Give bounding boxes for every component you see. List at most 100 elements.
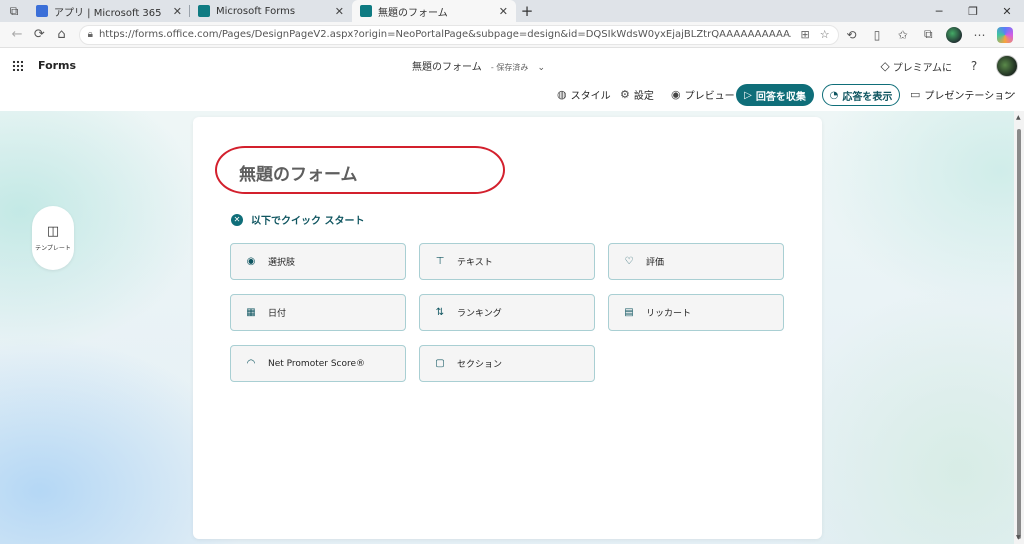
tab-title: Microsoft Forms	[216, 5, 296, 17]
gear-icon: ⚙	[620, 88, 630, 101]
monitor-icon: ▭	[910, 88, 921, 101]
favorites-icon[interactable]: ✩	[890, 28, 916, 42]
lock-icon: 🔒︎	[87, 29, 93, 40]
copilot-icon[interactable]	[992, 26, 1018, 43]
text-icon: ⊤	[435, 256, 445, 267]
app-launcher-icon[interactable]	[2, 59, 32, 71]
address-bar-row: ← ⟳ ⌂ 🔒︎ https://forms.office.com/Pages/…	[0, 22, 1024, 48]
new-tab-button[interactable]: +	[516, 0, 538, 22]
chevron-down-icon[interactable]: ⌄	[538, 63, 546, 73]
m365-favicon-icon	[36, 5, 48, 17]
close-circle-icon[interactable]: ✕	[231, 213, 243, 226]
url-bar[interactable]: 🔒︎ https://forms.office.com/Pages/Design…	[78, 24, 839, 45]
radio-icon: ◉	[246, 256, 256, 267]
question-type-text[interactable]: ⊤ テキスト	[419, 243, 595, 280]
question-type-section[interactable]: ▢ セクション	[419, 345, 595, 382]
thumb-icon: ♡	[624, 256, 634, 267]
tab-title: アプリ | Microsoft 365	[54, 7, 162, 19]
close-tab-icon[interactable]: ✕	[173, 5, 182, 18]
preview-label: プレビュー	[684, 91, 735, 102]
style-button[interactable]: ◍ スタイル	[557, 87, 611, 102]
scroll-down-icon[interactable]: ▼	[1016, 535, 1022, 541]
send-icon: ▷	[744, 89, 752, 101]
app-available-icon[interactable]: ⊞	[801, 28, 810, 41]
split-screen-icon[interactable]: ▯	[864, 28, 890, 42]
present-button[interactable]: ▭ プレゼンテーション	[910, 87, 1014, 102]
settings-label: 設定	[633, 91, 654, 102]
profile-avatar[interactable]	[941, 26, 967, 43]
more-options-icon[interactable]: ⋯	[1004, 86, 1016, 100]
question-type-label: テキスト	[457, 258, 493, 268]
back-button[interactable]: ←	[6, 24, 28, 46]
question-type-label: 評価	[646, 258, 665, 268]
premium-button[interactable]: ◇ プレミアムに	[880, 59, 952, 74]
favorite-star-icon[interactable]: ☆	[820, 28, 830, 41]
question-type-date[interactable]: ▦ 日付	[230, 294, 406, 331]
window-controls: ─ ❐ ✕	[922, 0, 1024, 22]
refresh-button[interactable]: ⟳	[28, 24, 50, 46]
question-type-label: セクション	[457, 360, 503, 370]
preview-button[interactable]: ◉ プレビュー	[671, 87, 735, 102]
form-title[interactable]: 無題のフォーム	[239, 160, 358, 185]
question-type-label: 選択肢	[268, 258, 296, 268]
question-type-label: リッカート	[646, 309, 692, 319]
collect-responses-button[interactable]: ▷ 回答を収集	[736, 84, 814, 106]
question-type-rating[interactable]: ♡ 評価	[608, 243, 784, 280]
close-tab-icon[interactable]: ✕	[335, 5, 344, 18]
question-type-nps[interactable]: ◠ Net Promoter Score®	[230, 345, 406, 382]
page-scrollbar[interactable]: ▲ ▼	[1014, 111, 1024, 544]
save-status: - 保存済み	[490, 63, 529, 72]
view-responses-button[interactable]: ◔ 応答を表示	[822, 84, 900, 106]
close-tab-icon[interactable]: ✕	[499, 5, 508, 18]
likert-icon: ▤	[624, 307, 634, 318]
collections-icon[interactable]: ⧉	[915, 27, 941, 42]
app-name[interactable]: Forms	[38, 59, 76, 72]
question-type-label: ランキング	[457, 309, 502, 319]
browser-tab-forms[interactable]: Microsoft Forms ✕	[190, 0, 352, 22]
scrollbar-thumb[interactable]	[1017, 129, 1021, 539]
forms-favicon-icon	[198, 5, 210, 17]
header-title-text: 無題のフォーム	[412, 62, 482, 73]
calendar-icon: ▦	[246, 307, 256, 318]
browser-tab-m365[interactable]: アプリ | Microsoft 365 ✕	[28, 0, 190, 22]
extensions-icon[interactable]: ⟲	[839, 28, 865, 42]
home-button[interactable]: ⌂	[50, 24, 72, 46]
question-type-likert[interactable]: ▤ リッカート	[608, 294, 784, 331]
browser-tab-active[interactable]: 無題のフォーム ✕	[352, 0, 516, 22]
question-type-choice[interactable]: ◉ 選択肢	[230, 243, 406, 280]
scroll-up-icon[interactable]: ▲	[1016, 115, 1022, 121]
section-icon: ▢	[435, 358, 445, 369]
settings-button[interactable]: ⚙ 設定	[620, 87, 654, 102]
close-window-icon[interactable]: ✕	[990, 0, 1024, 22]
gauge-icon: ◠	[246, 358, 256, 369]
user-avatar[interactable]	[996, 55, 1018, 77]
style-label: スタイル	[570, 91, 611, 102]
form-card: 無題のフォーム ✕ 以下でクイック スタート ◉ 選択肢 ⊤ テキスト ♡ 評価…	[193, 117, 822, 539]
forms-favicon-icon	[360, 5, 372, 17]
palette-icon: ◍	[557, 88, 567, 101]
eye-icon: ◉	[671, 88, 681, 101]
question-type-ranking[interactable]: ⇅ ランキング	[419, 294, 595, 331]
quickstart-header[interactable]: ✕ 以下でクイック スタート	[231, 212, 364, 227]
template-icon: ◫	[46, 224, 60, 239]
settings-more-icon[interactable]: ⋯	[967, 28, 993, 42]
template-button[interactable]: ◫ テンプレート	[32, 206, 74, 270]
tab-actions-icon[interactable]: ⧉	[0, 0, 28, 22]
premium-label: プレミアムに	[892, 62, 952, 74]
question-type-label: 日付	[268, 309, 287, 319]
minimize-icon[interactable]: ─	[922, 0, 956, 22]
present-label: プレゼンテーション	[924, 91, 1015, 102]
chart-icon: ◔	[829, 89, 839, 101]
restore-icon[interactable]: ❐	[956, 0, 990, 22]
quickstart-label: 以下でクイック スタート	[251, 216, 365, 227]
url-text: https://forms.office.com/Pages/DesignPag…	[98, 29, 791, 40]
diamond-icon: ◇	[880, 59, 890, 73]
question-type-label: Net Promoter Score®	[268, 358, 366, 369]
header-form-title[interactable]: 無題のフォーム - 保存済み ⌄	[412, 58, 545, 73]
command-bar: ◍ スタイル ⚙ 設定 ◉ プレビュー ▷ 回答を収集 ◔ 応答を表示 ▭ プレ…	[0, 81, 1024, 111]
template-label: テンプレート	[35, 245, 71, 252]
help-icon[interactable]: ?	[966, 59, 982, 73]
forms-header: Forms 無題のフォーム - 保存済み ⌄ ◇ プレミアムに ?	[0, 49, 1024, 81]
browser-tab-strip: ⧉ アプリ | Microsoft 365 ✕ Microsoft Forms …	[0, 0, 1024, 22]
ranking-icon: ⇅	[435, 307, 445, 318]
